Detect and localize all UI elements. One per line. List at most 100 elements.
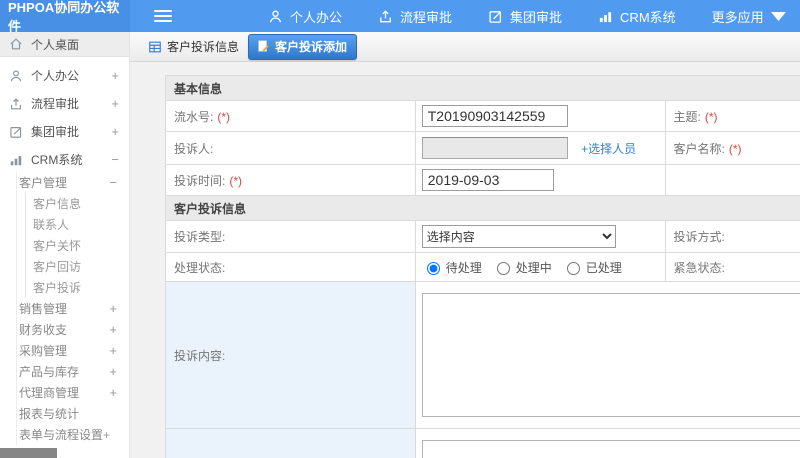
complaint-time-field-cell	[414, 164, 666, 196]
sidebar-item-products-inventory[interactable]: 产品与库存 +	[17, 361, 129, 382]
field-label: 紧急状态:	[673, 260, 725, 275]
sidebar-toggle[interactable]: +	[111, 125, 119, 138]
secondary-textarea[interactable]	[421, 440, 800, 458]
sidebar-item-label: 个人桌面	[31, 37, 80, 52]
tab-label: 客户投诉信息	[167, 40, 240, 54]
nav-more-apps[interactable]: 更多应用	[712, 7, 786, 26]
radio-pending-input[interactable]	[426, 262, 440, 275]
tab-complaint-add[interactable]: 客户投诉添加	[248, 33, 358, 60]
sidebar-toggle[interactable]: −	[109, 176, 117, 189]
sidebar-item-customer-info[interactable]: 客户信息	[26, 193, 129, 214]
nav-crm-system[interactable]: CRM系统	[598, 7, 676, 26]
complaint-type-field-cell: 选择内容	[414, 220, 666, 253]
complaint-method-label-cell: 投诉方式:	[664, 220, 800, 253]
sidebar-item-agents[interactable]: 代理商管理 +	[17, 382, 129, 403]
caret-down-icon	[770, 9, 786, 24]
radio-processed[interactable]: 已处理	[562, 259, 622, 276]
main-content: 基本信息 流水号:(*) 主题:(*) 投诉人: +选择人员 客户名称:(*	[130, 62, 800, 458]
home-icon	[10, 38, 22, 50]
sidebar-item-sales[interactable]: 销售管理 +	[17, 298, 129, 319]
sidebar-item-reports[interactable]: 报表与统计	[17, 403, 129, 424]
next-row-label-cell	[165, 428, 416, 458]
field-label: 处理状态:	[174, 260, 226, 275]
sidebar-item-label: 客户管理	[19, 176, 68, 190]
required-marker: (*)	[217, 109, 231, 124]
sidebar-item-customer-mgmt[interactable]: 客户管理 −	[17, 172, 129, 193]
sidebar-item-label: 联系人	[33, 218, 70, 232]
required-marker: (*)	[229, 173, 243, 188]
sidebar-item-label: 流程审批	[31, 97, 80, 111]
sidebar-item-label: 集团审批	[31, 125, 80, 139]
crm-submenu: 客户管理 − 客户信息 联系人 客户关怀 客户回访 客户投诉 销售管理 + 财务…	[16, 172, 129, 445]
sidebar-item-label: 个人办公	[31, 69, 80, 83]
customer-mgmt-submenu: 客户信息 联系人 客户关怀 客户回访 客户投诉	[25, 193, 129, 298]
field-label: 投诉时间:	[174, 173, 226, 188]
sidebar-toggle[interactable]: +	[103, 428, 110, 442]
bar-chart-icon	[598, 9, 613, 24]
sidebar-item-purchasing[interactable]: 采购管理 +	[17, 340, 129, 361]
tab-complaint-info[interactable]: 客户投诉信息	[148, 38, 239, 55]
handle-status-field-cell: 待处理 处理中 已处理	[414, 252, 666, 282]
complainant-input[interactable]	[421, 137, 568, 159]
nav-group-approval[interactable]: 集团审批	[488, 7, 562, 26]
field-label: 主题:	[673, 109, 701, 124]
complainant-label-cell: 投诉人:	[165, 131, 416, 165]
sidebar-item-desktop[interactable]: 个人桌面	[0, 32, 129, 57]
sidebar-item-customer-visit[interactable]: 客户回访	[26, 256, 129, 277]
menu-toggle-icon[interactable]	[154, 10, 172, 22]
sidebar-toggle[interactable]: +	[109, 323, 117, 336]
serial-label-cell: 流水号: (*)	[165, 100, 416, 132]
sidebar-item-label: 代理商管理	[19, 386, 80, 400]
radio-processing-input[interactable]	[496, 262, 510, 275]
sidebar-item-contacts[interactable]: 联系人	[26, 214, 129, 235]
nav-label: 更多应用	[711, 9, 764, 25]
sidebar-toggle[interactable]: −	[111, 153, 119, 166]
sidebar-item-workflow[interactable]: 流程审批 +	[0, 91, 129, 116]
complaint-type-label-cell: 投诉类型:	[165, 220, 416, 253]
sidebar-toggle[interactable]: +	[109, 365, 117, 378]
app-logo: PHPOA协同办公软件	[0, 0, 130, 34]
required-marker: (*)	[728, 141, 742, 156]
sidebar-item-form-flow-settings[interactable]: 表单与流程设置 +	[17, 424, 129, 445]
radio-processed-input[interactable]	[566, 262, 580, 275]
sidebar-item-customer-care[interactable]: 客户关怀	[26, 235, 129, 256]
radio-processing[interactable]: 处理中	[492, 259, 552, 276]
sidebar: 个人桌面 个人办公 + 流程审批 + 集团审批 + CRM系统 − 客户管理 −…	[0, 32, 130, 458]
user-icon	[10, 69, 22, 81]
sidebar-item-group-approval[interactable]: 集团审批 +	[0, 119, 129, 144]
tab-bar: 客户投诉信息 客户投诉添加	[130, 32, 800, 62]
sidebar-item-label: 采购管理	[19, 344, 68, 358]
section-header-basic: 基本信息	[165, 75, 800, 101]
sidebar-item-personal[interactable]: 个人办公 +	[0, 63, 129, 88]
complainant-field-cell: +选择人员	[414, 131, 666, 165]
sidebar-toggle[interactable]: +	[109, 344, 117, 357]
customer-name-label-cell: 客户名称: (*)	[664, 131, 800, 165]
complaint-time-label-cell: 投诉时间: (*)	[165, 164, 416, 196]
serial-field-cell	[414, 100, 666, 132]
complaint-content-label-cell: 投诉内容:	[165, 281, 416, 429]
sidebar-toggle[interactable]: +	[111, 97, 119, 110]
complaint-time-input[interactable]	[421, 169, 554, 191]
radio-pending[interactable]: 待处理	[422, 259, 482, 276]
nav-personal-office[interactable]: 个人办公	[268, 7, 342, 26]
main-menu: 个人办公 流程审批 集团审批 CRM系统 更多应用	[268, 7, 786, 26]
add-page-icon	[258, 40, 270, 52]
choose-person-link[interactable]: +选择人员	[581, 142, 636, 156]
tab-label: 客户投诉添加	[275, 39, 348, 54]
sidebar-toggle[interactable]: +	[109, 386, 117, 399]
complaint-content-field-cell	[414, 281, 800, 429]
sidebar-item-finance[interactable]: 财务收支 +	[17, 319, 129, 340]
edit-icon	[10, 126, 22, 138]
table-icon	[149, 41, 161, 52]
serial-input[interactable]	[421, 105, 568, 127]
complaint-content-textarea[interactable]	[421, 293, 800, 417]
nav-process-approval[interactable]: 流程审批	[378, 7, 452, 26]
nav-label: 流程审批	[400, 9, 453, 25]
complaint-form: 基本信息 流水号:(*) 主题:(*) 投诉人: +选择人员 客户名称:(*	[165, 75, 800, 458]
sidebar-item-crm[interactable]: CRM系统 −	[0, 147, 129, 172]
complaint-type-select[interactable]: 选择内容	[421, 225, 616, 248]
sidebar-toggle[interactable]: +	[109, 302, 117, 315]
field-label: 投诉方式:	[673, 230, 725, 244]
sidebar-toggle[interactable]: +	[111, 69, 119, 82]
sidebar-item-customer-complaint[interactable]: 客户投诉	[26, 277, 129, 298]
